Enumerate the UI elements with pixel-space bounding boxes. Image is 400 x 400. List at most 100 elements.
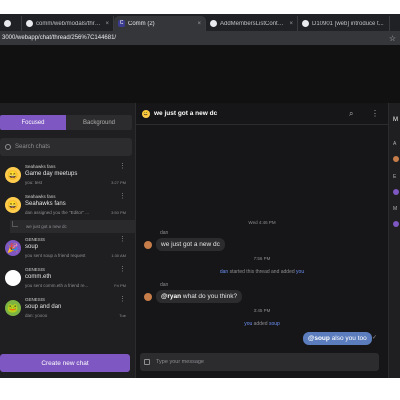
community-name: GENESIS [25,237,46,242]
system-message: dan started this thread and added you [136,269,388,275]
avatar [144,293,152,301]
message-bubble: we just got a new dc [156,238,225,251]
avatar [5,270,21,286]
chat-item[interactable]: 🐸 GENESIS soup and dan dan: yoooo Tue ⋮ [0,293,136,323]
sender-name: dan [160,230,169,236]
tab-comm[interactable]: C Comm (2) × [114,16,206,31]
chat-time: Fri PM [114,283,126,288]
timestamp: 3:45 PM [253,308,271,313]
mention[interactable]: @ryan [161,293,181,300]
chat-item[interactable]: 😄 Seahawks fans Game day meetups you: te… [0,160,136,190]
avatar [144,241,152,249]
thread-view: 😄 we just got a new dc ⌕ ⋮ Wed 4:46 PM d… [136,103,389,378]
message-text: what do you think? [181,293,238,300]
thread-branch-icon [12,221,18,227]
community-name: Seahawks fans [25,194,56,199]
github-icon [26,20,33,27]
chat-list: 😄 Seahawks fans Game day meetups you: te… [0,160,136,323]
address-bar[interactable]: 3000/webapp/chat/thread/256%7C144681/ ☆ [0,31,400,45]
chat-item[interactable]: GENESIS comm.eth you sent comm.eth a fri… [0,263,136,293]
more-icon[interactable]: ⋮ [119,193,126,200]
avatar: 😄 [5,167,21,183]
avatar [393,156,399,162]
create-new-chat-button[interactable]: Create new chat [0,354,130,372]
chat-tabs: Focused Background [0,115,132,130]
user-link[interactable]: you [296,269,304,275]
more-icon[interactable]: ⋮ [119,236,126,243]
tab-strip: comm/web/modals/threads/...× CComm (2)× … [0,14,400,31]
message-bubble-self: @soup also you too [303,332,372,345]
role-label: E [393,174,397,180]
thread-title: we just got a new dc [154,110,218,117]
avatar: 🐸 [5,300,21,316]
chat-item[interactable]: 😄 Seahawks fans Seahawks fans dan assign… [0,190,136,220]
tab-label: Comm (2) [128,20,155,27]
members-panel: M A E M [389,103,400,378]
tab-focused[interactable]: Focused [0,115,66,130]
subthread-name: we just got a new dc [26,224,67,229]
bookmark-star-icon[interactable]: ☆ [389,34,396,43]
desktop-bottom [0,378,400,400]
mention[interactable]: @soup [308,335,330,342]
system-message: you added soup [136,321,388,327]
search-input[interactable]: Search chats [0,138,132,156]
more-icon[interactable]: ⋮ [371,109,379,118]
chat-preview: dan assigned you the "Editor" ... [25,210,89,215]
chat-name: soup and dan [25,304,62,310]
subthread-item[interactable]: we just got a new dc [10,220,136,233]
close-icon[interactable]: × [289,21,293,27]
comm-icon: C [118,20,125,27]
close-icon[interactable]: × [105,21,109,27]
timestamp: Wed 4:46 PM [248,220,276,225]
attachment-icon[interactable] [144,359,150,365]
chat-time: Tue [119,313,126,318]
app-top-band [0,45,400,103]
tab-label: D10901 [web] introduce t... [312,20,384,27]
close-icon[interactable]: × [197,21,201,27]
sender-name: dan [160,282,169,288]
compose-placeholder: Type your message [156,359,204,365]
tab-window[interactable] [0,16,22,31]
chat-preview: you sent comm.eth a friend re... [25,283,89,288]
system-text: added [252,321,269,327]
community-name: Seahawks fans [25,164,56,169]
message-input[interactable]: Type your message [140,353,379,371]
chat-name: comm.eth [25,274,52,280]
community-name: GENESIS [25,267,46,272]
delivered-icon: ✓ [372,335,378,341]
thread-avatar: 😄 [142,109,150,118]
chat-preview: you sent soup a friend request [25,253,86,258]
panel-title: M [393,117,398,123]
user-link[interactable]: soup [269,321,280,327]
tab-github-addmembers[interactable]: AddMembersListContent.js × [206,16,298,31]
more-icon[interactable]: ⋮ [119,296,126,303]
more-icon[interactable]: ⋮ [119,163,126,170]
chat-time: 3:50 PM [111,210,126,215]
chat-time: 1:30 AM [111,253,126,258]
chat-preview: you: test [25,180,43,185]
tab-label: comm/web/modals/threads/... [36,20,102,27]
search-placeholder: Search chats [15,144,51,150]
timestamp: 7:56 PM [253,256,271,261]
tab-background[interactable]: Background [66,115,132,130]
phabricator-icon [302,20,309,27]
avatar: 😄 [5,197,21,213]
avatar [393,221,399,227]
chat-name: soup [25,244,39,250]
chat-name: Seahawks fans [25,201,66,207]
tab-phabricator[interactable]: D10901 [web] introduce t... [298,16,390,31]
role-label: A [393,141,397,147]
tab-label: AddMembersListContent.js [220,20,287,27]
more-icon[interactable]: ⋮ [119,266,126,273]
user-link[interactable]: dan [220,269,228,275]
search-icon [5,144,11,150]
window-icon [4,20,11,27]
search-icon[interactable]: ⌕ [349,109,353,119]
avatar [393,189,399,195]
chat-time: 3:27 PM [111,180,126,185]
chat-name: Game day meetups [25,171,78,177]
github-icon [210,20,217,27]
chat-item[interactable]: 🎉 GENESIS soup you sent soup a friend re… [0,233,136,263]
tab-github-threads[interactable]: comm/web/modals/threads/...× [22,16,114,31]
message-text: also you too [329,335,367,342]
